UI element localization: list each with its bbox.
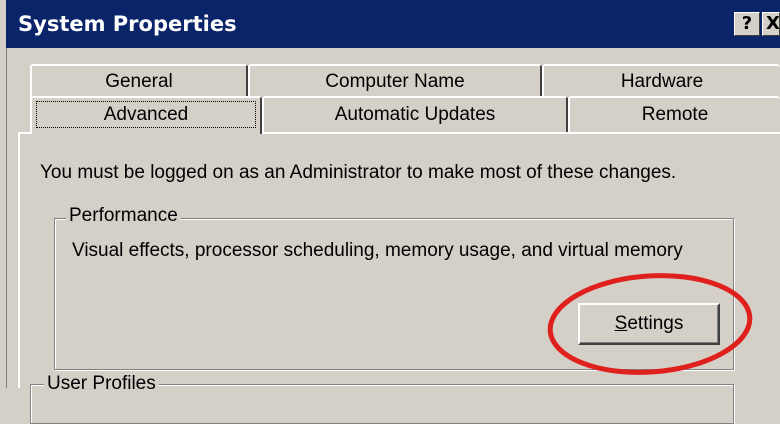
window-title: System Properties (18, 12, 237, 36)
tab-computer-name-label: Computer Name (325, 71, 465, 92)
tab-general[interactable]: General (30, 64, 248, 98)
tab-remote-label: Remote (641, 104, 709, 125)
tab-advanced-focus-rect: Advanced (36, 101, 256, 128)
help-button[interactable]: ? (734, 12, 760, 36)
tab-automatic-updates-label: Automatic Updates (334, 104, 496, 125)
tab-general-label: General (105, 71, 173, 92)
tab-hardware[interactable]: Hardware (542, 64, 780, 98)
tab-advanced[interactable]: Advanced (30, 96, 262, 134)
admin-note: You must be logged on as an Administrato… (40, 162, 677, 183)
performance-description: Visual effects, processor scheduling, me… (72, 240, 683, 261)
tab-computer-name[interactable]: Computer Name (248, 64, 542, 98)
tab-automatic-updates[interactable]: Automatic Updates (262, 96, 568, 132)
tab-hardware-label: Hardware (620, 71, 704, 92)
performance-group-label: Performance (66, 205, 181, 227)
user-profiles-group-label: User Profiles (44, 373, 159, 395)
performance-settings-button[interactable]: Settings (578, 303, 720, 345)
tab-remote[interactable]: Remote (568, 96, 780, 132)
window-left-border (0, 0, 7, 388)
close-button[interactable]: X (762, 12, 780, 36)
settings-mnemonic: S (614, 313, 628, 334)
settings-label-rest: ettings (627, 313, 684, 334)
tab-advanced-label: Advanced (103, 104, 189, 125)
title-bar[interactable]: System Properties ? X (6, 0, 780, 48)
